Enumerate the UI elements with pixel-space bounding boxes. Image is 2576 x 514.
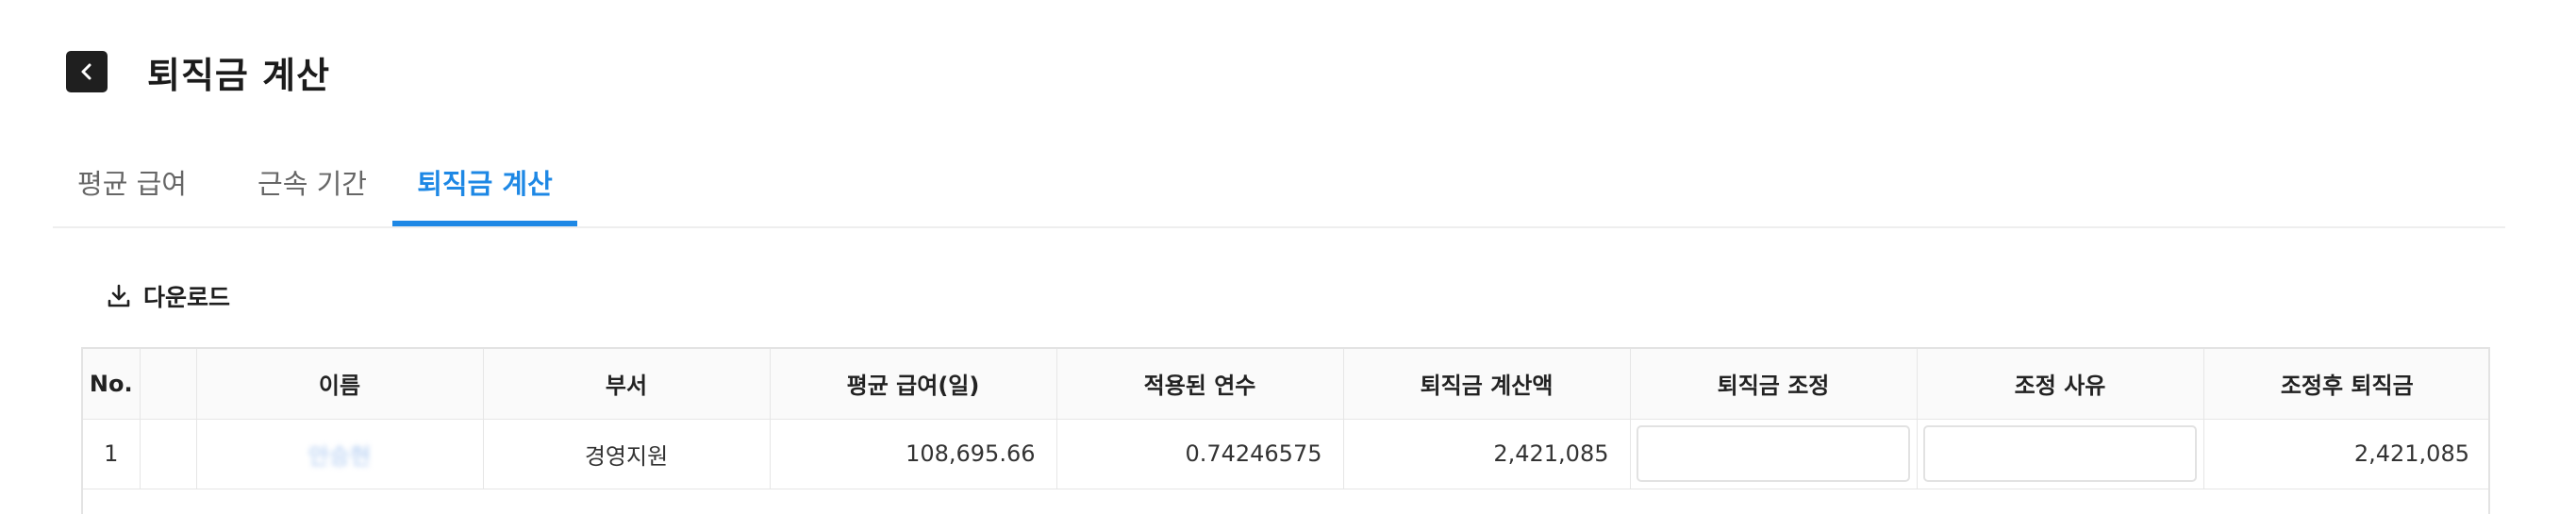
download-label: 다운로드 (143, 284, 231, 311)
cell-avg-daily-pay: 108,695.66 (770, 419, 1057, 489)
cell-adjust-reason (1917, 419, 2204, 489)
chevron-left-icon (81, 63, 91, 80)
cell-adjusted-severance: 2,421,085 (2203, 419, 2488, 489)
column-header-department[interactable]: 부서 (483, 349, 771, 420)
tab-average-pay[interactable]: 평균 급여 (53, 141, 211, 226)
tab-bar: 평균 급여 근속 기간 퇴직금 계산 (53, 141, 2505, 228)
cell-department: 경영지원 (483, 419, 771, 489)
column-header-adjusted-severance[interactable]: 조정후 퇴직금 (2203, 349, 2488, 420)
table-row[interactable]: 1 안승현 경영지원 108,695.66 0.74246575 2,421,0… (83, 419, 2488, 489)
adjustment-input[interactable] (1637, 425, 1910, 482)
column-header-severance-calc[interactable]: 퇴직금 계산액 (1343, 349, 1631, 420)
download-button[interactable]: 다운로드 (106, 277, 230, 315)
back-button[interactable] (66, 51, 108, 92)
page-title: 퇴직금 계산 (147, 54, 331, 96)
cell-applied-years: 0.74246575 (1056, 419, 1344, 489)
column-header-name[interactable]: 이름 (196, 349, 484, 420)
page-header: 퇴직금 계산 (66, 49, 330, 96)
column-header-no[interactable]: No. (83, 349, 141, 420)
table-header-row: No. 이름 부서 평균 급여(일) 적용된 연수 퇴직금 계산액 퇴직금 조정… (83, 349, 2488, 420)
download-icon (108, 284, 130, 307)
adjust-reason-input[interactable] (1923, 425, 2197, 482)
column-header-adjustment[interactable]: 퇴직금 조정 (1630, 349, 1918, 420)
column-header-adjust-reason[interactable]: 조정 사유 (1917, 349, 2204, 420)
cell-severance-calc: 2,421,085 (1343, 419, 1631, 489)
column-header-applied-years[interactable]: 적용된 연수 (1056, 349, 1344, 420)
column-header-select (140, 349, 197, 420)
severance-table: No. 이름 부서 평균 급여(일) 적용된 연수 퇴직금 계산액 퇴직금 조정… (81, 347, 2490, 514)
tab-severance-calc[interactable]: 퇴직금 계산 (392, 141, 577, 226)
cell-select[interactable] (140, 419, 197, 489)
column-header-avg-daily-pay[interactable]: 평균 급여(일) (770, 349, 1057, 420)
cell-name: 안승현 (196, 419, 484, 489)
tab-service-period[interactable]: 근속 기간 (221, 141, 404, 226)
employee-name: 안승현 (307, 442, 372, 470)
cell-no: 1 (83, 419, 141, 489)
cell-adjustment (1630, 419, 1918, 489)
